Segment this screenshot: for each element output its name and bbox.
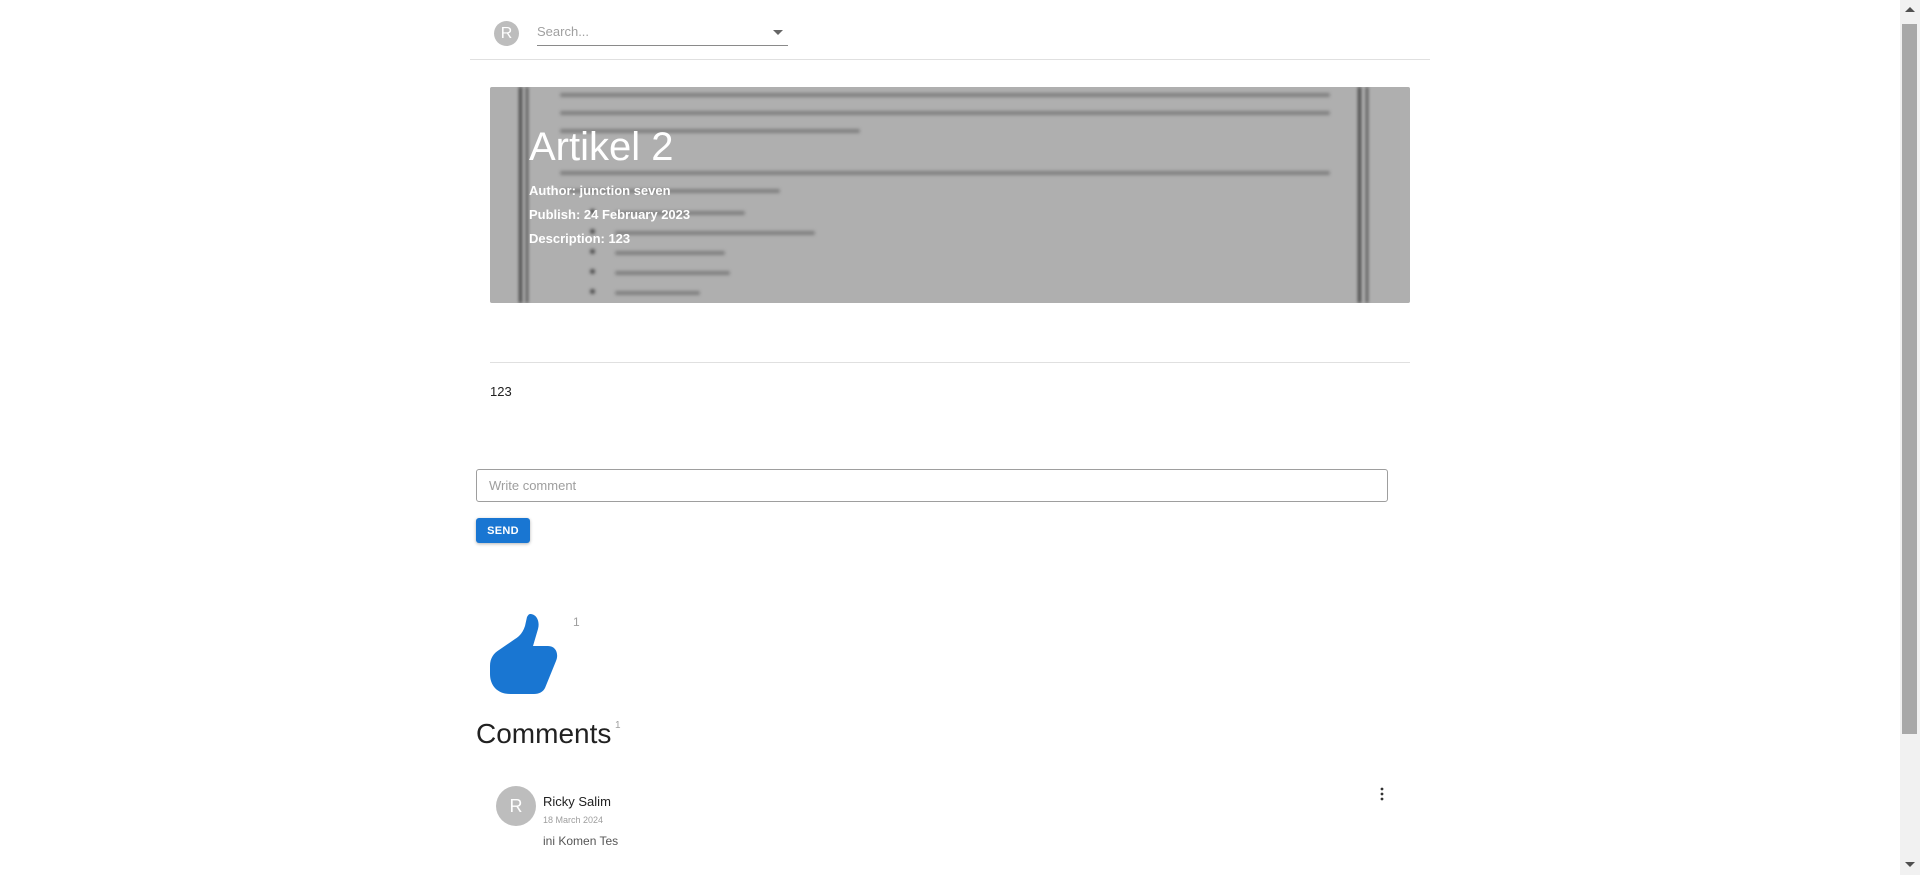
article-body: 123 bbox=[490, 384, 512, 399]
search-input[interactable] bbox=[537, 20, 757, 39]
thumb-up-icon[interactable] bbox=[488, 612, 560, 694]
article-description: Description: 123 bbox=[529, 231, 631, 246]
content-divider bbox=[490, 362, 1410, 363]
article-title: Artikel 2 bbox=[529, 125, 674, 169]
article-author: Author: junction seven bbox=[529, 183, 671, 198]
scroll-down-arrow-icon[interactable] bbox=[1905, 862, 1915, 867]
article-hero: Artikel 2 Author: junction seven Publish… bbox=[490, 87, 1410, 303]
comment-text: ini Komen Tes bbox=[543, 834, 619, 848]
like-count: 1 bbox=[573, 615, 580, 629]
scrollbar-thumb[interactable] bbox=[1902, 24, 1917, 734]
comment-author: Ricky Salim bbox=[543, 794, 611, 809]
user-avatar[interactable]: R bbox=[494, 21, 519, 46]
like-button[interactable] bbox=[488, 612, 560, 694]
search-select[interactable] bbox=[537, 20, 788, 46]
top-bar: R bbox=[470, 0, 1430, 60]
comment-input[interactable] bbox=[476, 469, 1388, 502]
comment-item: R Ricky Salim 18 March 2024 ini Komen Te… bbox=[476, 778, 1394, 858]
more-vert-icon[interactable] bbox=[1376, 786, 1388, 802]
chevron-down-icon[interactable] bbox=[773, 30, 783, 35]
comment-date: 18 March 2024 bbox=[543, 815, 604, 825]
send-button[interactable]: SEND bbox=[476, 518, 530, 543]
scroll-up-arrow-icon[interactable] bbox=[1905, 7, 1915, 12]
comment-avatar: R bbox=[496, 786, 536, 826]
hero-text: Artikel 2 Author: junction seven Publish… bbox=[529, 127, 690, 251]
comments-heading: Comments bbox=[476, 718, 612, 749]
page-scrollbar[interactable] bbox=[1900, 0, 1920, 875]
comments-count-badge: 1 bbox=[615, 720, 621, 731]
article-publish-date: Publish: 24 February 2023 bbox=[529, 207, 691, 222]
